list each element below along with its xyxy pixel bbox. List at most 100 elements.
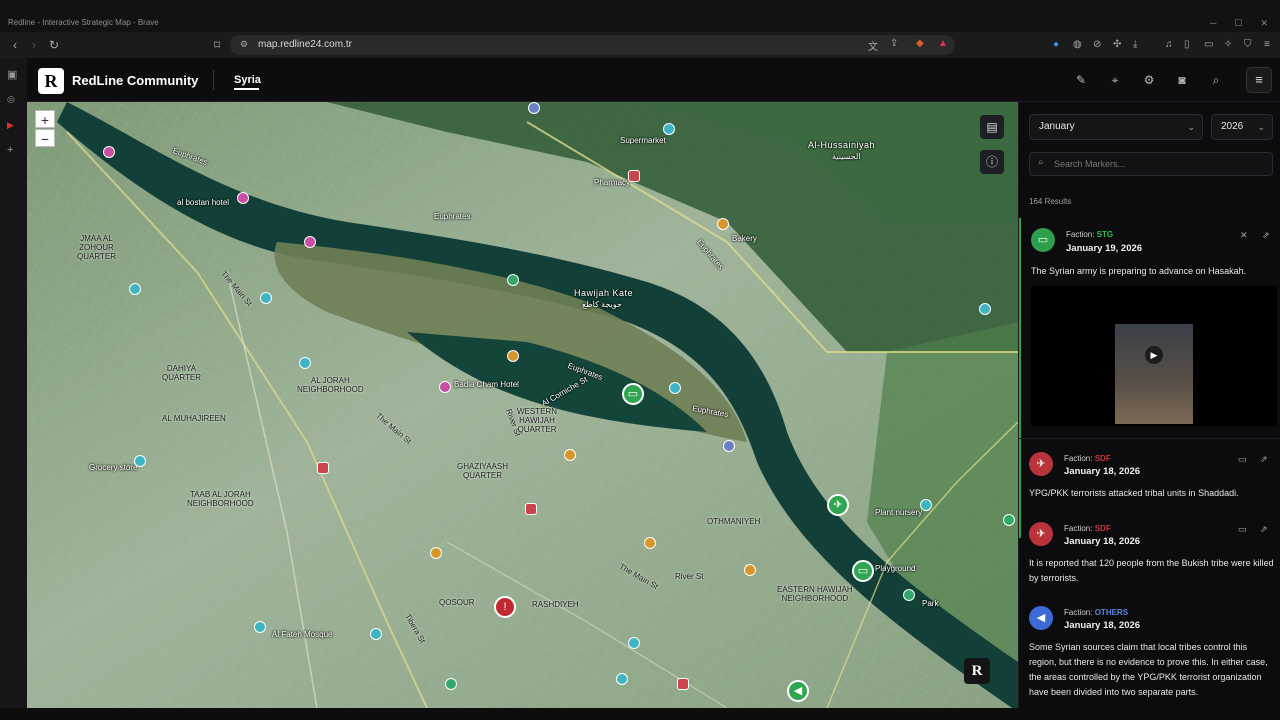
tab-icon[interactable]: ◎ <box>7 94 15 105</box>
marker-search-input[interactable] <box>1054 156 1264 172</box>
youtube-icon[interactable]: ▶ <box>7 120 14 131</box>
video-icon[interactable]: ▭ <box>1238 454 1247 465</box>
poi-hospital-icon[interactable] <box>677 678 689 690</box>
url-text[interactable]: map.redline24.com.tr <box>258 39 352 50</box>
poi-mosque-icon[interactable] <box>669 382 681 394</box>
poi-teal-icon[interactable] <box>299 357 311 369</box>
poi-teal-icon[interactable] <box>920 499 932 511</box>
event-marker-stg-icon[interactable]: ▭ <box>622 383 644 405</box>
external-link-icon[interactable]: ⇗ <box>1260 454 1268 465</box>
download-icon[interactable]: ⤓ <box>1133 39 1137 50</box>
extensions-puzzle-icon[interactable]: ✣ <box>1113 39 1121 50</box>
card-date: January 18, 2026 <box>1064 620 1141 631</box>
poi-pharmacy-icon[interactable] <box>628 170 640 182</box>
poi-teal-icon[interactable] <box>616 673 628 685</box>
close-window-icon[interactable]: ✕ <box>1260 18 1268 29</box>
poi-hotel-icon[interactable] <box>237 192 249 204</box>
zoom-in-button[interactable]: + <box>35 110 55 128</box>
brave-shields-icon[interactable]: ◆ <box>916 38 924 49</box>
pen-icon[interactable]: ✎ <box>1073 72 1089 88</box>
poi-teal-icon[interactable] <box>370 628 382 640</box>
camera-icon[interactable]: ◙ <box>1174 72 1190 88</box>
poi-orange-icon[interactable] <box>430 547 442 559</box>
poi-orange-icon[interactable] <box>744 564 756 576</box>
window-title: Redline - Interactive Strategic Map - Br… <box>8 18 159 27</box>
location-pin-icon[interactable]: ⌖ <box>1107 72 1123 88</box>
map-layers-icon[interactable]: ▤ <box>980 115 1004 139</box>
poi-orange-icon[interactable] <box>507 350 519 362</box>
poi-blue-icon[interactable] <box>723 440 735 452</box>
share-icon[interactable]: ⇪ <box>890 38 898 49</box>
add-sidebar-icon[interactable]: + <box>7 144 13 156</box>
map-label: Playground <box>875 564 916 573</box>
poi-park-icon[interactable] <box>903 589 915 601</box>
menu-icon[interactable]: ≡ <box>1246 67 1272 93</box>
minimize-icon[interactable]: ─ <box>1210 18 1216 29</box>
external-link-icon[interactable]: ⇗ <box>1260 524 1268 535</box>
poi-orange-icon[interactable] <box>717 218 729 230</box>
settings-icon[interactable]: ⚙ <box>1141 72 1157 88</box>
reload-icon[interactable]: ↻ <box>47 38 61 52</box>
event-marker-stg-icon[interactable]: ◀ <box>787 680 809 702</box>
year-select[interactable]: 2026 ⌄ <box>1211 114 1273 140</box>
back-icon[interactable]: ‹ <box>8 38 22 52</box>
video-player[interactable]: ▶ <box>1031 286 1277 426</box>
poi-teal-icon[interactable] <box>134 455 146 467</box>
poi-park-icon[interactable] <box>445 678 457 690</box>
external-link-icon[interactable]: ⇗ <box>1262 230 1270 241</box>
media-icon[interactable]: ♫ <box>1165 39 1173 50</box>
map-view[interactable]: + − ▤ ⓘ Euphrates Euphrates Euphrates Eu… <box>27 102 1018 708</box>
search-icon[interactable]: ⌕ <box>1208 72 1224 88</box>
site-info-icon[interactable]: ⚙ <box>240 39 248 50</box>
event-marker-stg-icon[interactable]: ✈ <box>827 494 849 516</box>
poi-hotel-icon[interactable] <box>103 146 115 158</box>
play-icon[interactable]: ▶ <box>1145 346 1163 364</box>
poi-park-icon[interactable] <box>507 274 519 286</box>
card-text: It is reported that 120 people from the … <box>1029 558 1274 583</box>
poi-teal-icon[interactable] <box>260 292 272 304</box>
redline-logo[interactable]: R <box>38 68 64 94</box>
marker-card[interactable]: ✈ Faction: SDF January 18, 2026 ▭ ⇗ YPG/… <box>1019 448 1280 508</box>
event-marker-sdf-icon[interactable]: ! <box>494 596 516 618</box>
extension-icon[interactable]: ◍ <box>1073 39 1082 50</box>
close-icon[interactable]: ✕ <box>1240 230 1248 241</box>
leo-ai-icon[interactable]: ✧ <box>1224 39 1232 50</box>
extension-icon[interactable]: ⊘ <box>1093 39 1101 50</box>
poi-blue-icon[interactable] <box>528 102 540 114</box>
nav-syria[interactable]: Syria <box>234 74 261 86</box>
poi-park-icon[interactable] <box>1003 514 1015 526</box>
wallet-icon[interactable]: ▭ <box>1204 39 1213 50</box>
poi-hotel-icon[interactable] <box>439 381 451 393</box>
poi-teal-icon[interactable] <box>663 123 675 135</box>
marker-search[interactable]: ⌕ <box>1029 152 1273 176</box>
bookmark-icon[interactable]: ⌑ <box>210 38 224 52</box>
translate-icon[interactable]: 文 <box>868 38 878 53</box>
map-label: EASTERN HAWIJAH NEIGHBORHOOD <box>777 585 853 603</box>
poi-teal-icon[interactable] <box>254 621 266 633</box>
poi-orange-icon[interactable] <box>644 537 656 549</box>
sidebar-toggle-icon[interactable]: ▯ <box>1184 39 1190 50</box>
month-select[interactable]: January ⌄ <box>1029 114 1203 140</box>
forward-icon[interactable]: › <box>27 38 41 52</box>
marker-card[interactable]: ✈ Faction: SDF January 18, 2026 ▭ ⇗ It i… <box>1019 518 1280 588</box>
brave-rewards-icon[interactable]: ▲ <box>938 38 948 49</box>
extension-icon[interactable]: ● <box>1053 39 1059 50</box>
sidebar-panel-icon[interactable]: ▣ <box>7 68 17 81</box>
poi-teal-icon[interactable] <box>129 283 141 295</box>
poi-hospital-icon[interactable] <box>525 503 537 515</box>
poi-orange-icon[interactable] <box>564 449 576 461</box>
event-marker-stg-icon[interactable]: ▭ <box>852 560 874 582</box>
poi-hospital-icon[interactable] <box>317 462 329 474</box>
info-icon[interactable]: ⓘ <box>980 150 1004 174</box>
browser-menu-icon[interactable]: ≡ <box>1264 39 1270 50</box>
video-icon[interactable]: ▭ <box>1238 524 1247 535</box>
zoom-out-button[interactable]: − <box>35 129 55 147</box>
vpn-icon[interactable]: ⛉ <box>1244 39 1252 50</box>
poi-teal-icon[interactable] <box>628 637 640 649</box>
marker-card[interactable]: ◀ Faction: OTHERS January 18, 2026 Some … <box>1019 602 1280 708</box>
poi-teal-icon[interactable] <box>979 303 991 315</box>
poi-hotel-icon[interactable] <box>304 236 316 248</box>
address-bar[interactable]: ⚙ map.redline24.com.tr 文 ⇪ ◆ ▲ <box>230 35 955 55</box>
maximize-icon[interactable]: ☐ <box>1234 18 1242 29</box>
brand-name[interactable]: RedLine Community <box>72 73 198 88</box>
